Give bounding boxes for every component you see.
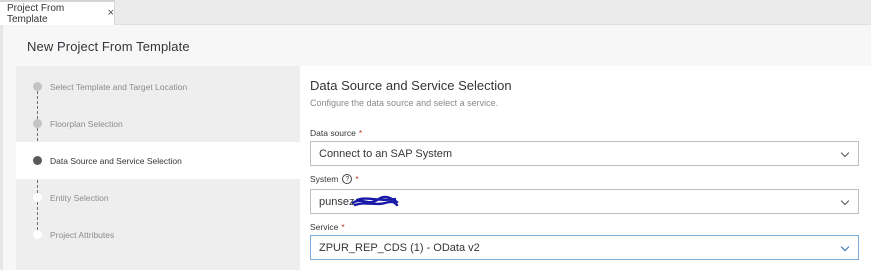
required-mark: * xyxy=(358,128,363,138)
chevron-down-icon[interactable] xyxy=(840,148,850,158)
required-mark: * xyxy=(355,174,359,184)
step-status-icon xyxy=(33,230,42,239)
dialog-title: New Project From Template xyxy=(27,39,190,54)
step-label: Select Template and Target Location xyxy=(50,81,188,92)
tab-strip: Project From Template × xyxy=(0,0,871,25)
data-source-select[interactable]: Connect to an SAP System xyxy=(310,141,859,166)
data-source-value: Connect to an SAP System xyxy=(319,147,453,160)
step-label: Project Attributes xyxy=(50,229,115,240)
redaction-scribble xyxy=(351,195,399,207)
service-select[interactable]: ZPUR_REP_CDS (1) - OData v2 xyxy=(310,235,859,260)
wizard-panel: New Project From Template Select Templat… xyxy=(3,26,871,270)
chevron-down-icon[interactable] xyxy=(840,242,850,252)
required-mark: * xyxy=(341,222,345,232)
wizard-steps: Select Template and Target Location Floo… xyxy=(16,66,300,270)
service-value: ZPUR_REP_CDS (1) - OData v2 xyxy=(319,241,480,254)
step-status-icon xyxy=(33,156,42,165)
step-project-attributes[interactable]: Project Attributes xyxy=(16,216,300,253)
data-source-label-text: Data source xyxy=(310,128,356,138)
step-status-icon xyxy=(33,82,42,91)
help-circle-icon[interactable]: ? xyxy=(342,174,353,184)
system-label: System ? * xyxy=(310,174,359,184)
chevron-down-icon[interactable] xyxy=(840,196,850,206)
system-select[interactable]: punsez xyxy=(310,189,859,214)
data-source-label: Data source * xyxy=(310,128,362,138)
step-entity-selection[interactable]: Entity Selection xyxy=(16,179,300,216)
service-label-text: Service xyxy=(310,222,339,232)
step-status-icon xyxy=(33,119,42,128)
system-label-text: System xyxy=(310,174,339,184)
section-description: Configure the data source and select a s… xyxy=(310,98,499,108)
step-status-icon xyxy=(33,193,42,202)
step-floorplan-selection[interactable]: Floorplan Selection xyxy=(16,105,300,142)
section-title: Data Source and Service Selection xyxy=(310,78,512,93)
tab-label: Project From Template xyxy=(7,2,65,25)
step-select-template[interactable]: Select Template and Target Location xyxy=(16,68,300,105)
step-label: Floorplan Selection xyxy=(50,118,123,129)
close-icon[interactable]: × xyxy=(108,8,114,19)
service-label: Service * xyxy=(310,222,345,232)
step-label: Data Source and Service Selection xyxy=(50,155,182,166)
system-value: punsez xyxy=(319,195,355,208)
step-content: Data Source and Service Selection Config… xyxy=(300,66,871,270)
tab-project-from-template[interactable]: Project From Template × xyxy=(0,0,115,25)
step-label: Entity Selection xyxy=(50,192,109,203)
step-data-source-service[interactable]: Data Source and Service Selection xyxy=(16,142,300,179)
